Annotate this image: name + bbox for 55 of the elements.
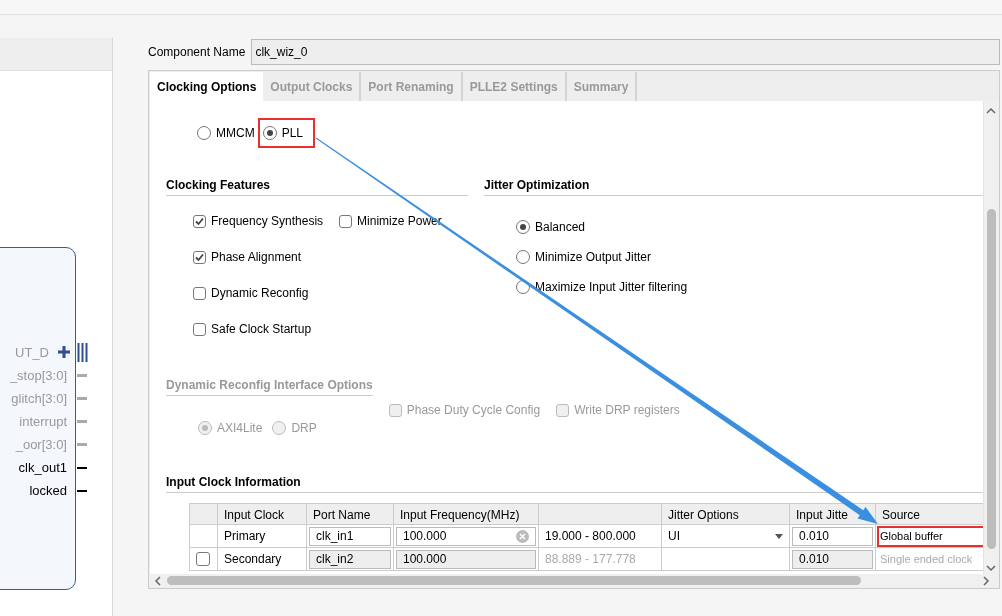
checkbox-label[interactable]: Phase Alignment (211, 250, 302, 264)
section-title: Dynamic Reconfig Interface Options (166, 378, 373, 396)
checkbox-label: Phase Duty Cycle Config (406, 403, 541, 417)
table-cell: Primary (218, 525, 307, 548)
scrollbar-thumb[interactable] (167, 576, 861, 585)
input-field[interactable]: clk_wiz_0 (251, 39, 1000, 65)
field-label: Component Name (148, 45, 246, 59)
table-cell: Global buffer (876, 525, 983, 548)
checkbox-label[interactable]: Safe Clock Startup (211, 322, 312, 336)
pin-label: UT_D (15, 345, 49, 360)
column-header: Input Frequency(MHz) (394, 504, 539, 525)
radio-label: AXI4Lite (217, 421, 263, 435)
checkbox-label[interactable]: Frequency Synthesis (211, 214, 324, 228)
plus-icon[interactable] (57, 345, 71, 359)
table-cell: Secondary (218, 548, 307, 571)
radio-button[interactable] (197, 126, 211, 140)
pin-label: clk_out1 (18, 460, 67, 475)
checkbox[interactable] (193, 286, 206, 300)
scrollbar-thumb[interactable] (986, 209, 996, 549)
horizontal-scrollbar[interactable] (150, 574, 998, 587)
pin-label: _oor[3:0] (15, 437, 67, 452)
radio-button[interactable] (516, 220, 530, 234)
radio-label[interactable]: Minimize Output Jitter (535, 250, 652, 264)
radio-label[interactable]: Balanced (535, 220, 586, 234)
radio-label: DRP (291, 421, 317, 435)
input-field[interactable]: 0.010 (792, 526, 873, 546)
radio-label[interactable]: Maximize Input Jitter filtering (535, 280, 688, 294)
table-cell: 88.889 - 177.778 (539, 548, 662, 571)
tab[interactable]: Clocking Options (150, 72, 264, 101)
checkbox[interactable] (193, 322, 206, 336)
input-field[interactable]: 100.000 (396, 526, 536, 546)
checkbox-label: Write DRP registers (574, 403, 680, 417)
input-field[interactable]: clk_in1 (309, 526, 391, 546)
column-header: Source (876, 504, 983, 525)
radio-label[interactable]: PLL (281, 126, 303, 140)
pin-label: interrupt (19, 414, 67, 429)
checkbox[interactable] (193, 250, 206, 264)
column-header: Port Name (307, 504, 394, 525)
pin-label: locked (29, 483, 67, 498)
checkbox-label[interactable]: Dynamic Reconfig (211, 286, 309, 300)
column-header: Input Clock (218, 504, 307, 525)
table-cell: 19.000 - 800.000 (539, 525, 662, 548)
radio-button[interactable] (262, 126, 277, 140)
column-header: Jitter Options (662, 504, 790, 525)
pin-label: _stop[3:0] (9, 368, 67, 383)
radio-label[interactable]: MMCM (216, 126, 255, 140)
radio-button[interactable] (516, 250, 530, 264)
checkbox[interactable] (339, 214, 353, 228)
pin-label: glitch[3:0] (11, 391, 67, 406)
checkbox[interactable] (193, 214, 206, 228)
caret-icon[interactable] (775, 533, 783, 539)
bus-pin-icon (77, 343, 89, 362)
checkbox[interactable] (196, 552, 210, 566)
section-title: Jitter Optimization (484, 178, 983, 196)
dropdown[interactable]: UI (668, 525, 783, 547)
